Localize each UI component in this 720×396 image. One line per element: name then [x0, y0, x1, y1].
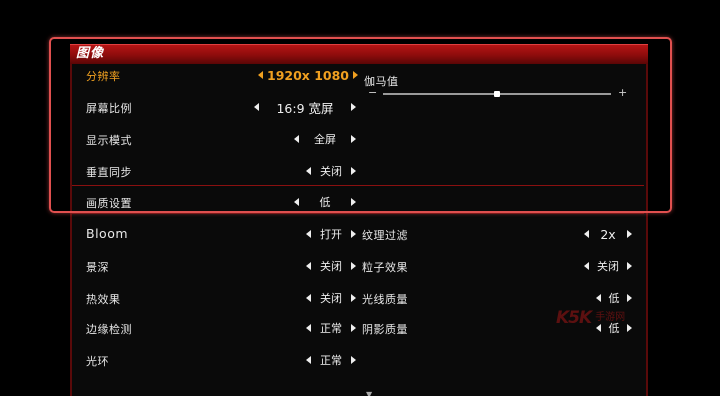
divider — [72, 185, 644, 186]
arrow-right-icon[interactable] — [351, 230, 356, 238]
setting-label-particle-effect: 粒子效果 — [362, 261, 408, 274]
arrow-right-icon[interactable] — [351, 167, 356, 175]
display-mode-selector[interactable]: 全屏 — [294, 131, 356, 147]
watermark-brand: K5K — [556, 308, 592, 328]
arrow-right-icon[interactable] — [351, 262, 356, 270]
particle-effect-value: 关闭 — [597, 260, 619, 273]
display-mode-value: 全屏 — [314, 133, 336, 146]
setting-label-shadow-quality: 阴影质量 — [362, 323, 408, 336]
setting-label-texture-filter: 纹理过滤 — [362, 229, 408, 242]
scroll-down-icon[interactable]: ▼ — [366, 390, 372, 396]
divider — [72, 213, 644, 214]
arrow-right-icon[interactable] — [351, 324, 356, 332]
arrow-right-icon[interactable] — [351, 198, 356, 206]
resolution-value: 1920x 1080 — [267, 67, 349, 83]
quality-preset-selector[interactable]: 低 — [294, 194, 356, 210]
section-header — [70, 44, 648, 64]
halo-selector[interactable]: 正常 — [306, 352, 356, 368]
setting-label-depth-of-field: 景深 — [86, 261, 109, 274]
lighting-quality-value: 低 — [608, 292, 620, 305]
arrow-right-icon[interactable] — [627, 324, 632, 332]
texture-filter-selector[interactable]: 2x — [584, 226, 632, 242]
gamma-decrease-icon[interactable]: − — [368, 86, 377, 99]
arrow-right-icon[interactable] — [627, 294, 632, 302]
depth-of-field-value: 关闭 — [320, 260, 342, 273]
quality-preset-value: 低 — [319, 196, 331, 209]
setting-label-resolution: 分辨率 — [86, 70, 121, 83]
setting-label-vsync: 垂直同步 — [86, 166, 132, 179]
gamma-slider-handle[interactable] — [494, 91, 500, 97]
aspect-ratio-value: 16:9 宽屏 — [276, 100, 334, 116]
arrow-right-icon[interactable] — [353, 71, 358, 79]
arrow-right-icon[interactable] — [351, 356, 356, 364]
lighting-quality-selector[interactable]: 低 — [596, 290, 632, 306]
setting-label-quality-preset: 画质设置 — [86, 197, 132, 210]
heat-effect-value: 关闭 — [320, 292, 342, 305]
edge-detection-value: 正常 — [320, 322, 342, 335]
arrow-right-icon[interactable] — [627, 262, 632, 270]
heat-effect-selector[interactable]: 关闭 — [306, 290, 356, 306]
particle-effect-selector[interactable]: 关闭 — [584, 258, 632, 274]
arrow-right-icon[interactable] — [351, 135, 356, 143]
aspect-ratio-selector[interactable]: 16:9 宽屏 — [254, 99, 356, 116]
setting-label-lighting-quality: 光线质量 — [362, 293, 408, 306]
game-settings-screen: 图像 分辨率 1920x 1080 屏幕比例 16:9 宽屏 显示模式 全屏 垂… — [0, 0, 720, 396]
resolution-selector[interactable]: 1920x 1080 — [258, 67, 358, 83]
watermark-logo: K5K 手游网 — [556, 308, 625, 328]
arrow-right-icon[interactable] — [351, 294, 356, 302]
settings-panel — [70, 44, 648, 396]
bloom-value: 打开 — [320, 228, 342, 241]
depth-of-field-selector[interactable]: 关闭 — [306, 258, 356, 274]
halo-value: 正常 — [320, 354, 342, 367]
section-title: 图像 — [76, 46, 105, 61]
vsync-selector[interactable]: 关闭 — [306, 163, 356, 179]
vsync-value: 关闭 — [320, 165, 342, 178]
setting-label-heat-effect: 热效果 — [86, 293, 121, 306]
setting-label-edge-detection: 边缘检测 — [86, 323, 132, 336]
edge-detection-selector[interactable]: 正常 — [306, 320, 356, 336]
bloom-selector[interactable]: 打开 — [306, 226, 356, 242]
arrow-right-icon[interactable] — [627, 230, 632, 238]
watermark-sub: 手游网 — [595, 312, 626, 323]
texture-filter-value: 2x — [600, 226, 616, 242]
setting-label-bloom: Bloom — [86, 226, 129, 241]
setting-label-display-mode: 显示模式 — [86, 134, 132, 147]
setting-label-aspect-ratio: 屏幕比例 — [86, 102, 132, 115]
setting-label-halo: 光环 — [86, 355, 109, 368]
arrow-right-icon[interactable] — [351, 103, 356, 111]
gamma-increase-icon[interactable]: + — [618, 86, 627, 99]
